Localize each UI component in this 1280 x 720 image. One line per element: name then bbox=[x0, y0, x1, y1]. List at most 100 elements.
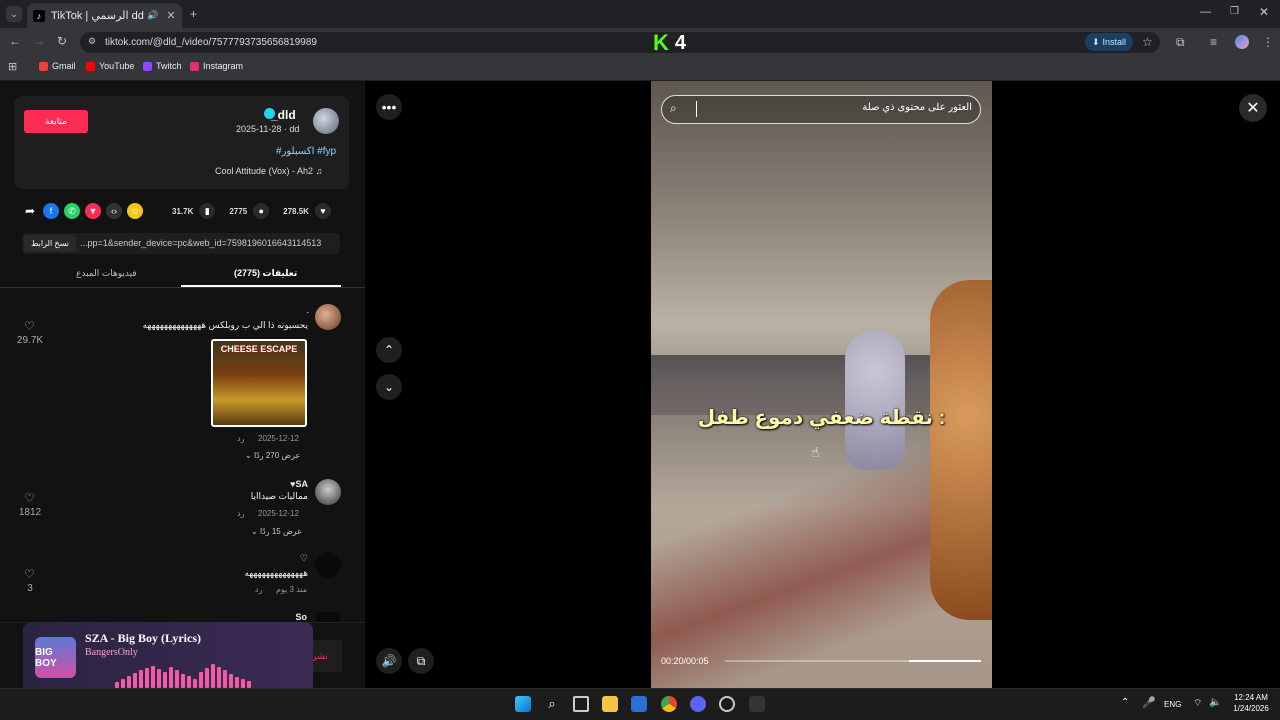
song-title: Cool Attitude (Vox) - Ah2 bbox=[215, 166, 314, 176]
close-video-button[interactable]: ✕ bbox=[1239, 94, 1267, 122]
new-tab-icon[interactable]: + bbox=[190, 7, 197, 21]
commenter-name[interactable]: So bbox=[285, 612, 307, 622]
now-playing-artist: BangersOnly bbox=[85, 647, 138, 658]
forward-icon[interactable]: → bbox=[33, 34, 45, 48]
menu-icon[interactable]: ⋮ bbox=[1262, 35, 1274, 49]
video-timecode: 00:20/00:05 bbox=[661, 656, 709, 666]
youtube-icon bbox=[86, 61, 95, 71]
repost-icon[interactable]: ▼ bbox=[85, 203, 101, 219]
steam-icon[interactable] bbox=[719, 696, 735, 712]
view-replies-button[interactable]: ⌄ عرض 15 ردًا bbox=[251, 527, 302, 536]
commenter-name[interactable]: . bbox=[295, 305, 309, 315]
commenter-name[interactable]: ♡ bbox=[290, 553, 308, 564]
tray-chevron-icon[interactable]: ⌃ bbox=[1121, 697, 1129, 708]
avatar[interactable] bbox=[315, 304, 341, 330]
creator-username[interactable]: _dld bbox=[271, 108, 296, 122]
site-info-icon[interactable]: ⚙ bbox=[88, 36, 96, 47]
visualizer-bar bbox=[133, 673, 137, 688]
creator-avatar[interactable] bbox=[313, 108, 339, 134]
pip-icon: ⧉ bbox=[416, 653, 426, 668]
bookmark-icon[interactable]: ▮ bbox=[199, 203, 216, 219]
more-options-button[interactable]: ••• bbox=[376, 94, 402, 120]
k4-watermark-logo: K4 bbox=[653, 30, 686, 56]
start-icon[interactable] bbox=[515, 696, 531, 712]
tab-title: TikTok | الرسمي dd (@dld_) bbox=[51, 10, 146, 22]
install-app-button[interactable]: ⬇ Install bbox=[1085, 33, 1133, 51]
microphone-icon[interactable]: 🎤 bbox=[1142, 696, 1156, 709]
copy-link-button[interactable]: نسخ الرابط bbox=[24, 235, 76, 252]
tab-creator-videos[interactable]: فيديوهات المبدع bbox=[76, 268, 137, 279]
tab-audio-icon[interactable]: 🔊 bbox=[146, 10, 160, 21]
embed-icon[interactable]: ‹› bbox=[106, 203, 122, 219]
avatar[interactable] bbox=[315, 479, 341, 505]
commenter-name[interactable]: ♥SA bbox=[280, 479, 308, 489]
bookmark-gmail[interactable]: Gmail bbox=[39, 61, 76, 71]
comment-image[interactable]: CHEESE ESCAPE bbox=[211, 339, 307, 427]
reply-button[interactable]: رد bbox=[237, 434, 244, 443]
mouse-cursor-icon: ☝ bbox=[811, 444, 820, 460]
comment-like-count: 1812 bbox=[18, 507, 42, 518]
previous-video-button[interactable]: ⌃ bbox=[376, 337, 402, 363]
reload-icon[interactable]: ↻ bbox=[57, 34, 67, 48]
search-placeholder: العثور على محتوى ذي صلة bbox=[862, 102, 972, 113]
share-row: ➦ f ✆ ▼ ‹› ☺ bbox=[22, 203, 143, 219]
profile-avatar[interactable] bbox=[1235, 35, 1249, 49]
task-view-icon[interactable] bbox=[573, 696, 589, 712]
media-controls-icon[interactable]: ≡ bbox=[1210, 35, 1217, 49]
comment-text: ممالیات صیداایا bbox=[250, 491, 308, 501]
facebook-icon[interactable]: f bbox=[43, 203, 59, 219]
heart-icon[interactable]: ♥ bbox=[314, 203, 331, 219]
bookmark-instagram[interactable]: Instagram bbox=[190, 61, 243, 71]
post-comment-button[interactable]: نشر bbox=[312, 640, 342, 672]
app-icon[interactable] bbox=[749, 696, 765, 712]
chrome-taskbar-icon[interactable] bbox=[661, 696, 677, 712]
visualizer-bar bbox=[169, 667, 173, 688]
comment-like-heart-icon[interactable]: ♡ bbox=[24, 567, 35, 581]
discord-icon[interactable] bbox=[690, 696, 706, 712]
window-close-icon[interactable]: ✕ bbox=[1259, 5, 1269, 19]
avatar[interactable] bbox=[315, 552, 341, 578]
reply-button[interactable]: رد bbox=[255, 585, 262, 594]
visualizer-bar bbox=[229, 674, 233, 688]
restore-icon[interactable]: ❐ bbox=[1230, 6, 1239, 17]
follow-button[interactable]: متابعة bbox=[24, 110, 88, 133]
share-arrow-icon[interactable]: ➦ bbox=[22, 203, 38, 219]
extensions-icon[interactable]: ⧉ bbox=[1176, 35, 1185, 50]
reply-button[interactable]: رد bbox=[237, 509, 244, 518]
bookmark-star-icon[interactable]: ☆ bbox=[1142, 35, 1153, 49]
system-clock[interactable]: 12:24 AM 1/24/2026 bbox=[1230, 692, 1272, 714]
volume-button[interactable]: 🔊 bbox=[376, 648, 402, 674]
search-taskbar-icon[interactable]: ⌕ bbox=[544, 696, 560, 712]
avatar[interactable] bbox=[315, 612, 341, 622]
wifi-icon[interactable]: ⌔ bbox=[1193, 697, 1202, 710]
speaker-icon[interactable]: 🔈 bbox=[1209, 697, 1221, 708]
browser-tab[interactable]: ♪ TikTok | الرسمي dd (@dld_) 🔊 ✕ bbox=[27, 3, 182, 28]
pip-button[interactable]: ⧉ bbox=[408, 648, 434, 674]
tab-comments[interactable]: (2775) تعليقات bbox=[234, 268, 297, 279]
view-replies-button[interactable]: ⌄ عرض 270 ردًا bbox=[245, 451, 300, 460]
video-hashtags[interactable]: #اكسبلور #fyp bbox=[276, 146, 336, 157]
next-video-button[interactable]: ⌄ bbox=[376, 374, 402, 400]
more-dots-icon: ••• bbox=[381, 99, 397, 115]
tab-close-icon[interactable]: ✕ bbox=[164, 9, 178, 22]
store-icon[interactable] bbox=[631, 696, 647, 712]
video-song[interactable]: Cool Attitude (Vox) - Ah2 ♫ bbox=[215, 166, 322, 176]
comment-like-count: 3 bbox=[27, 583, 33, 594]
bookmark-label: Gmail bbox=[52, 61, 76, 71]
comment-like-heart-icon[interactable]: ♡ bbox=[24, 491, 35, 505]
comment-like-heart-icon[interactable]: ♡ bbox=[24, 319, 35, 333]
now-playing-title: SZA - Big Boy (Lyrics) bbox=[85, 631, 202, 645]
tab-search-icon[interactable]: ⌄ bbox=[6, 6, 22, 22]
minimize-icon[interactable]: — bbox=[1200, 6, 1211, 18]
video-link[interactable]: ...pp=1&sender_device=pc&web_id=75981960… bbox=[80, 238, 321, 248]
bookmark-youtube[interactable]: YouTube bbox=[86, 61, 134, 71]
view-replies-label: عرض 270 ردًا bbox=[253, 451, 301, 460]
whatsapp-icon[interactable]: ✆ bbox=[64, 203, 80, 219]
file-explorer-icon[interactable] bbox=[602, 696, 618, 712]
back-icon[interactable]: ← bbox=[9, 34, 21, 48]
comment-icon[interactable]: ● bbox=[253, 203, 270, 219]
bookmark-twitch[interactable]: Twitch bbox=[143, 61, 182, 71]
language-indicator[interactable]: ENG bbox=[1164, 700, 1181, 709]
apps-icon[interactable]: ⊞ bbox=[8, 60, 17, 73]
friends-icon[interactable]: ☺ bbox=[127, 203, 143, 219]
